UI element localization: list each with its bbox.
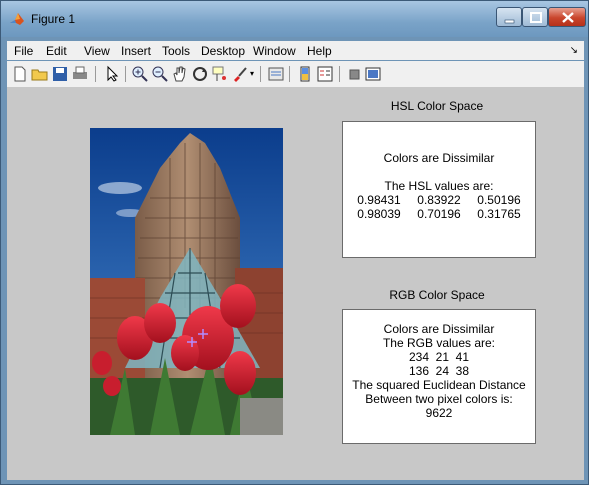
rgb-result-box: Colors are Dissimilar The RGB values are… <box>342 309 536 444</box>
tulips-building-image[interactable] <box>90 128 283 435</box>
title-bar[interactable]: Figure 1 <box>1 1 588 37</box>
menu-edit[interactable]: Edit <box>46 44 67 58</box>
hsl-values-row-2: 0.98039 0.70196 0.31765 <box>343 207 535 221</box>
rgb-result-text: Colors are Dissimilar <box>383 322 495 336</box>
hsl-value: 0.70196 <box>417 207 461 221</box>
menubar-dock-arrow-icon[interactable]: ↘ <box>570 45 578 56</box>
distance-label-line-2: Between two pixel colors is: <box>365 392 513 406</box>
colorbar-icon[interactable] <box>296 65 314 83</box>
brush-icon[interactable] <box>231 65 249 83</box>
menu-view[interactable]: View <box>84 44 110 58</box>
link-plot-icon[interactable] <box>267 65 285 83</box>
new-figure-icon[interactable] <box>11 65 29 83</box>
rotate-3d-icon[interactable] <box>191 65 209 83</box>
minimize-icon <box>504 19 515 24</box>
hsl-values-header: The HSL values are: <box>384 179 494 193</box>
hsl-value: 0.83922 <box>417 193 461 207</box>
toolbar-separator <box>125 66 126 82</box>
menu-help[interactable]: Help <box>307 44 332 58</box>
figure-canvas: HSL Color Space Colors are Dissimilar Th… <box>7 88 584 480</box>
pan-hand-icon[interactable] <box>171 65 189 83</box>
menu-bar: File Edit View Insert Tools Desktop Wind… <box>7 41 584 60</box>
window-title: Figure 1 <box>31 12 76 26</box>
hsl-result-box: Colors are Dissimilar The HSL values are… <box>342 121 536 258</box>
hsl-value: 0.50196 <box>477 193 521 207</box>
print-icon[interactable] <box>71 65 89 83</box>
maximize-icon <box>530 12 542 23</box>
rgb-values-header: The RGB values are: <box>382 336 496 350</box>
figure-window: Figure 1 File Edit View Insert Tools Des… <box>0 0 589 485</box>
open-file-icon[interactable] <box>31 65 49 83</box>
hsl-value: 0.31765 <box>477 207 521 221</box>
hsl-value: 0.98039 <box>357 207 401 221</box>
menu-window[interactable]: Window <box>253 44 296 58</box>
zoom-out-icon[interactable] <box>151 65 169 83</box>
rgb-values-row-2: 136 24 38 <box>408 364 470 378</box>
hide-plot-tools-icon[interactable] <box>346 65 364 83</box>
zoom-in-icon[interactable] <box>131 65 149 83</box>
hsl-values-row-1: 0.98431 0.83922 0.50196 <box>343 193 535 207</box>
figure-toolbar: ▾ <box>7 61 584 88</box>
toolbar-separator <box>289 66 290 82</box>
distance-value: 9622 <box>425 406 453 420</box>
legend-icon[interactable] <box>316 65 334 83</box>
close-icon <box>562 12 574 23</box>
toolbar-separator <box>339 66 340 82</box>
close-button[interactable] <box>548 7 586 27</box>
hsl-result-text: Colors are Dissimilar <box>383 151 495 165</box>
rgb-panel-title: RGB Color Space <box>389 288 485 302</box>
menu-file[interactable]: File <box>14 44 33 58</box>
brush-dropdown-arrow-icon[interactable]: ▾ <box>250 69 254 78</box>
show-plot-tools-icon[interactable] <box>364 65 382 83</box>
distance-label-line-1: The squared Euclidean Distance <box>352 378 526 392</box>
rgb-values-row-1: 234 21 41 <box>408 350 470 364</box>
save-icon[interactable] <box>51 65 69 83</box>
minimize-button[interactable] <box>496 7 522 27</box>
toolbar-separator <box>260 66 261 82</box>
toolbar-separator <box>95 66 96 82</box>
matlab-logo-icon <box>10 13 24 25</box>
menu-desktop[interactable]: Desktop <box>201 44 245 58</box>
pointer-icon[interactable] <box>103 65 121 83</box>
data-cursor-icon[interactable] <box>211 65 229 83</box>
menu-tools[interactable]: Tools <box>162 44 190 58</box>
hsl-value: 0.98431 <box>357 193 401 207</box>
maximize-button[interactable] <box>522 7 548 27</box>
menu-insert[interactable]: Insert <box>121 44 151 58</box>
hsl-panel-title: HSL Color Space <box>390 99 484 113</box>
